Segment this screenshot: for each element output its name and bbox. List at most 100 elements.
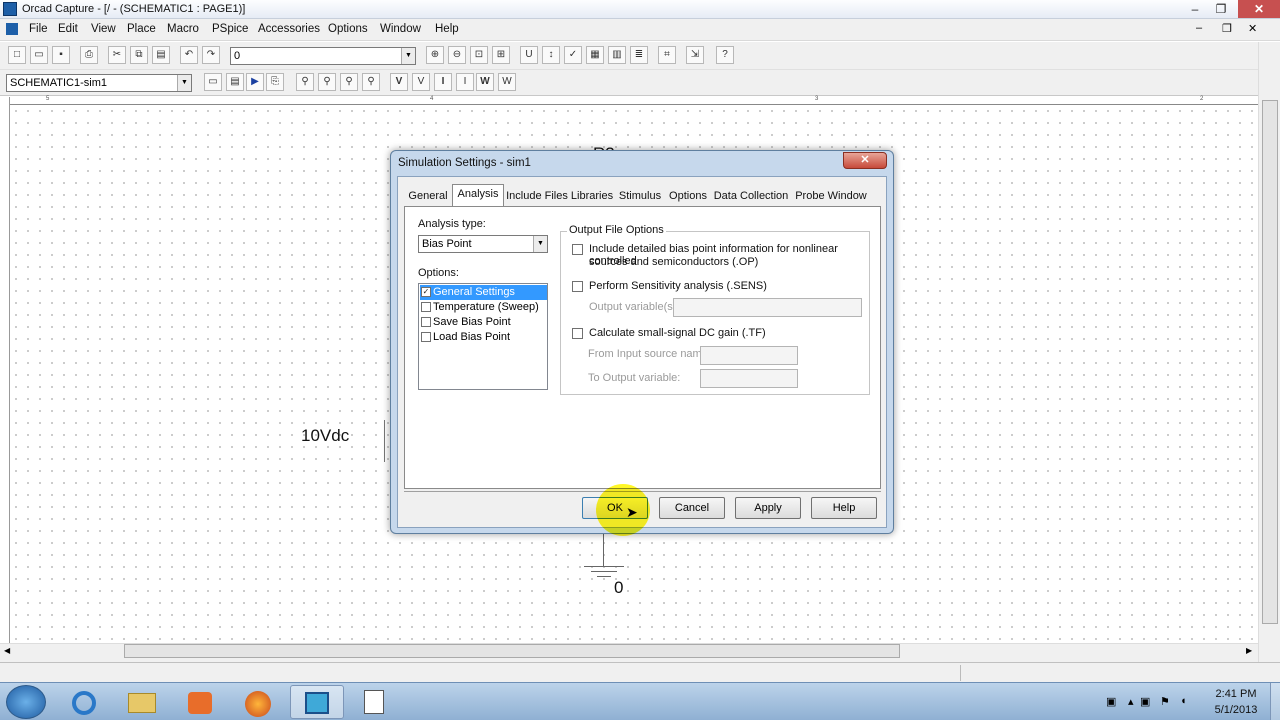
voltage-differential-marker-icon[interactable]: ⚲ bbox=[318, 73, 336, 91]
bias-current-icon[interactable]: I bbox=[434, 73, 452, 91]
current-marker-icon[interactable]: ⚲ bbox=[340, 73, 358, 91]
vertical-scroll-thumb[interactable] bbox=[1262, 100, 1278, 624]
tab-stimulus[interactable]: Stimulus bbox=[618, 187, 662, 206]
option-temperature-sweep[interactable]: Temperature (Sweep) bbox=[420, 300, 547, 315]
maximize-button[interactable]: ❐ bbox=[1208, 0, 1234, 18]
checkbox-icon[interactable] bbox=[421, 302, 431, 312]
undo-icon[interactable]: ↶ bbox=[180, 46, 198, 64]
menu-help[interactable]: Help bbox=[435, 23, 459, 35]
tab-probe-window[interactable]: Probe Window bbox=[794, 187, 868, 206]
menu-accessories[interactable]: Accessories bbox=[258, 23, 320, 35]
menu-macro[interactable]: Macro bbox=[167, 23, 199, 35]
checkbox-icon[interactable] bbox=[421, 317, 431, 327]
run-icon[interactable]: ▶ bbox=[246, 73, 264, 91]
checkbox-icon[interactable] bbox=[421, 332, 431, 342]
zoom-out-icon[interactable]: ⊖ bbox=[448, 46, 466, 64]
document-taskbar-icon[interactable] bbox=[348, 685, 402, 719]
source-value-label[interactable]: 10Vdc bbox=[301, 426, 349, 446]
voltage-marker-icon[interactable]: ⚲ bbox=[296, 73, 314, 91]
sensitivity-checkbox[interactable] bbox=[572, 281, 583, 292]
new-profile-icon[interactable]: ▭ bbox=[204, 73, 222, 91]
bias-voltage-icon[interactable]: V bbox=[390, 73, 408, 91]
tab-include-files[interactable]: Include Files bbox=[506, 187, 568, 206]
snap-grid-icon[interactable]: ⌗ bbox=[658, 46, 676, 64]
clock-time[interactable]: 2:41 PM bbox=[1206, 688, 1266, 700]
menu-edit[interactable]: Edit bbox=[58, 23, 78, 35]
option-load-bias-point[interactable]: Load Bias Point bbox=[420, 330, 547, 345]
option-general-settings[interactable]: ✓ General Settings bbox=[420, 285, 547, 300]
dialog-close-icon[interactable]: ✕ bbox=[843, 152, 887, 169]
action-center-icon[interactable]: ⚑ bbox=[1160, 695, 1170, 708]
scroll-right-icon[interactable]: ▶ bbox=[1246, 646, 1252, 655]
menu-file[interactable]: File bbox=[29, 23, 48, 35]
edit-profile-icon[interactable]: ▤ bbox=[226, 73, 244, 91]
start-button-icon[interactable] bbox=[6, 685, 46, 719]
annotate-icon[interactable]: U bbox=[520, 46, 538, 64]
bias-current-toggle-icon[interactable]: I bbox=[456, 73, 474, 91]
bias-power-toggle-icon[interactable]: W bbox=[498, 73, 516, 91]
zoom-all-icon[interactable]: ⊞ bbox=[492, 46, 510, 64]
orcad-app-icon[interactable] bbox=[3, 2, 17, 16]
tab-libraries[interactable]: Libraries bbox=[570, 187, 614, 206]
copy-icon[interactable]: ⧉ bbox=[130, 46, 148, 64]
internet-explorer-icon[interactable] bbox=[58, 685, 112, 719]
output-variables-field[interactable] bbox=[673, 298, 862, 317]
tray-icon[interactable]: ▣ bbox=[1140, 695, 1150, 708]
paste-icon[interactable]: ▤ bbox=[152, 46, 170, 64]
doc-close-button[interactable]: ✕ bbox=[1248, 22, 1257, 35]
clock-date[interactable]: 5/1/2013 bbox=[1206, 704, 1266, 716]
power-marker-icon[interactable]: ⚲ bbox=[362, 73, 380, 91]
help-button[interactable]: Help bbox=[811, 497, 877, 519]
from-input-field[interactable] bbox=[700, 346, 798, 365]
orcad-capture-taskbar-icon[interactable] bbox=[290, 685, 344, 719]
part-combo[interactable]: 0 ▼ bbox=[230, 47, 416, 65]
menu-window[interactable]: Window bbox=[380, 23, 421, 35]
bom-icon[interactable]: ≣ bbox=[630, 46, 648, 64]
tab-options[interactable]: Options bbox=[668, 187, 708, 206]
volume-icon[interactable]: ◖ bbox=[1180, 695, 1187, 707]
bias-power-icon[interactable]: W bbox=[476, 73, 494, 91]
apply-button[interactable]: Apply bbox=[735, 497, 801, 519]
zoom-area-icon[interactable]: ⊡ bbox=[470, 46, 488, 64]
redo-icon[interactable]: ↷ bbox=[202, 46, 220, 64]
media-player-icon[interactable] bbox=[174, 685, 228, 719]
view-results-icon[interactable]: ⎘ bbox=[266, 73, 284, 91]
print-icon[interactable]: ⎙ bbox=[80, 46, 98, 64]
cancel-button[interactable]: Cancel bbox=[659, 497, 725, 519]
chevron-down-icon[interactable]: ▼ bbox=[401, 48, 415, 64]
bias-voltage-toggle-icon[interactable]: V bbox=[412, 73, 430, 91]
option-save-bias-point[interactable]: Save Bias Point bbox=[420, 315, 547, 330]
zoom-in-icon[interactable]: ⊕ bbox=[426, 46, 444, 64]
file-explorer-icon[interactable] bbox=[116, 685, 170, 719]
firefox-icon[interactable] bbox=[232, 685, 286, 719]
chevron-down-icon[interactable]: ▼ bbox=[533, 236, 547, 252]
to-output-field[interactable] bbox=[700, 369, 798, 388]
analysis-type-select[interactable]: Bias Point ▼ bbox=[418, 235, 548, 253]
minimize-button[interactable]: – bbox=[1182, 0, 1208, 18]
checked-checkbox-icon[interactable]: ✓ bbox=[421, 287, 431, 297]
back-annotate-icon[interactable]: ↕ bbox=[542, 46, 560, 64]
project-manager-icon[interactable]: ⇲ bbox=[686, 46, 704, 64]
help-icon[interactable]: ? bbox=[716, 46, 734, 64]
dc-gain-checkbox[interactable] bbox=[572, 328, 583, 339]
include-bias-checkbox[interactable] bbox=[572, 244, 583, 255]
cut-icon[interactable]: ✂ bbox=[108, 46, 126, 64]
ground-net-label[interactable]: 0 bbox=[614, 578, 623, 598]
netlist-icon[interactable]: ▦ bbox=[586, 46, 604, 64]
chevron-down-icon[interactable]: ▼ bbox=[177, 75, 191, 91]
document-icon[interactable] bbox=[6, 23, 18, 35]
horizontal-scroll-thumb[interactable] bbox=[124, 644, 900, 658]
tab-general[interactable]: General bbox=[406, 187, 450, 206]
vertical-scrollbar[interactable] bbox=[1258, 42, 1280, 662]
options-list[interactable]: ✓ General Settings Temperature (Sweep) S… bbox=[418, 283, 548, 390]
scroll-left-icon[interactable]: ◀ bbox=[4, 646, 10, 655]
tray-icon[interactable]: ▣ bbox=[1106, 695, 1116, 708]
doc-minimize-button[interactable]: – bbox=[1196, 22, 1202, 34]
simulation-profile-combo[interactable]: SCHEMATIC1-sim1 ▼ bbox=[6, 74, 192, 92]
menu-view[interactable]: View bbox=[91, 23, 116, 35]
cross-reference-icon[interactable]: ▥ bbox=[608, 46, 626, 64]
save-icon[interactable]: ▪ bbox=[52, 46, 70, 64]
doc-restore-button[interactable]: ❐ bbox=[1222, 22, 1232, 35]
close-button[interactable]: ✕ bbox=[1238, 0, 1280, 18]
tray-expand-icon[interactable]: ▴ bbox=[1128, 695, 1134, 708]
